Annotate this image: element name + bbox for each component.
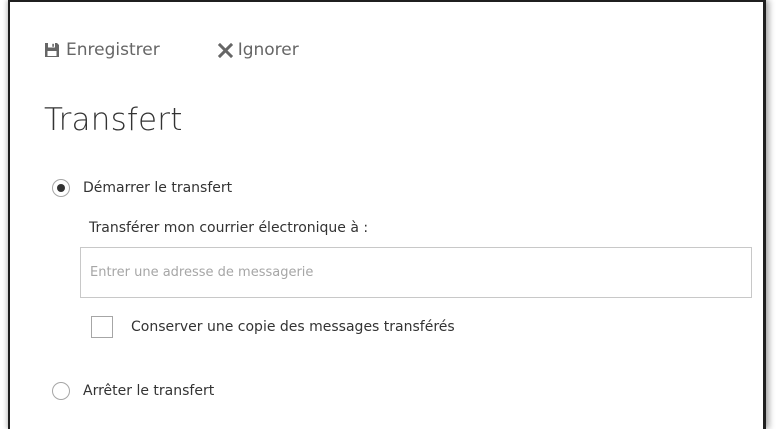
page-title: Transfert: [44, 102, 183, 138]
keep-copy-option[interactable]: Conserver une copie des messages transfé…: [91, 316, 455, 338]
stop-forwarding-radio[interactable]: [52, 382, 70, 400]
stop-forwarding-radio-option[interactable]: Arrêter le transfert: [52, 382, 214, 400]
discard-button[interactable]: Ignorer: [217, 40, 299, 60]
start-forwarding-label: Démarrer le transfert: [83, 180, 233, 196]
forward-email-input[interactable]: [80, 247, 752, 298]
floppy-disk-icon: [44, 42, 60, 58]
close-x-icon: [217, 42, 233, 58]
stop-forwarding-label: Arrêter le transfert: [83, 383, 215, 399]
save-button[interactable]: Enregistrer: [44, 40, 160, 60]
discard-button-label: Ignorer: [237, 40, 299, 60]
keep-copy-label: Conserver une copie des messages transfé…: [131, 319, 455, 335]
keep-copy-checkbox[interactable]: [91, 316, 113, 338]
radio-selected-dot: [57, 184, 65, 192]
forward-to-label: Transférer mon courrier électronique à :: [89, 220, 369, 236]
forwarding-panel: Enregistrer Ignorer Transfert Démarrer l…: [8, 0, 766, 429]
toolbar: Enregistrer Ignorer: [44, 36, 299, 64]
start-forwarding-radio[interactable]: [52, 179, 70, 197]
start-forwarding-radio-option[interactable]: Démarrer le transfert: [52, 179, 232, 197]
save-button-label: Enregistrer: [66, 40, 160, 60]
